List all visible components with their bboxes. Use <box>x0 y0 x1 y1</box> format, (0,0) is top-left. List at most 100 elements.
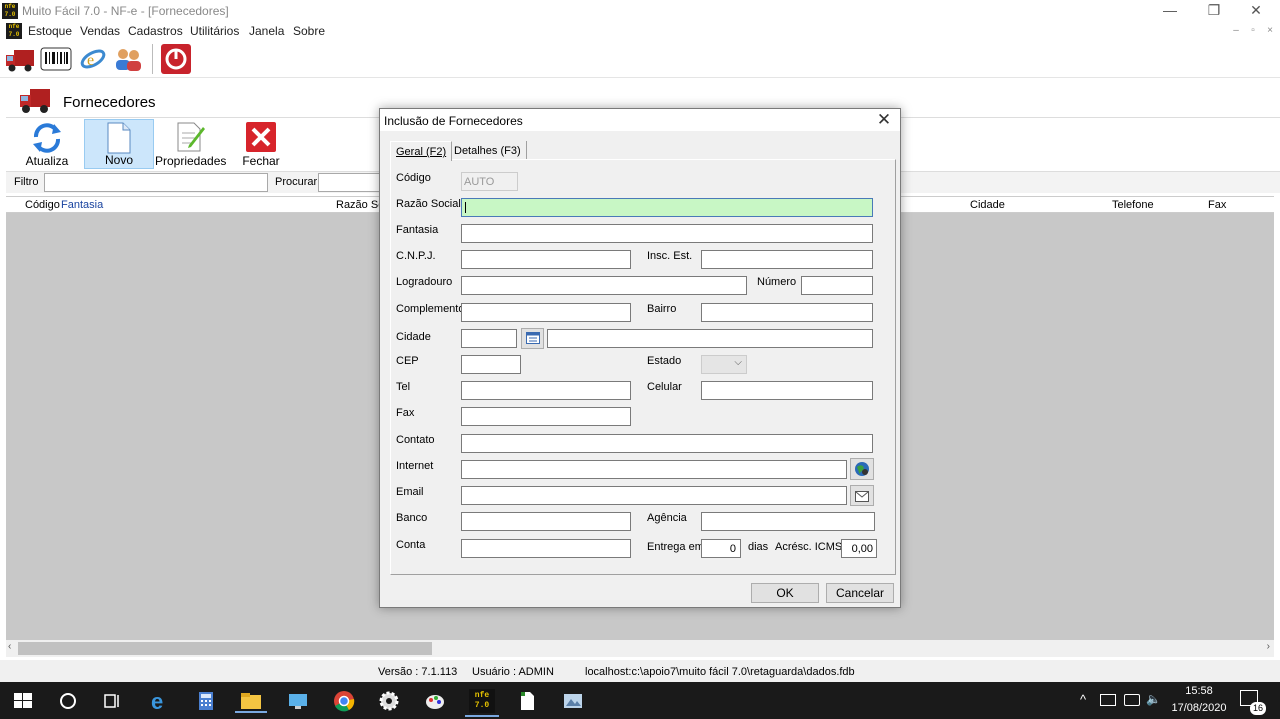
task-view-icon[interactable] <box>100 689 124 713</box>
network-icon[interactable] <box>1100 694 1116 706</box>
bairro-field[interactable] <box>701 303 873 322</box>
mdi-restore-button[interactable]: ▫ <box>1245 24 1261 38</box>
text-cursor <box>465 202 466 213</box>
close-button[interactable]: ✕ <box>1246 2 1266 20</box>
settings-gear-icon[interactable] <box>377 689 401 713</box>
power-exit-icon[interactable] <box>160 44 192 74</box>
ie-document-icon[interactable]: e <box>78 44 110 74</box>
cidade-lookup-button[interactable] <box>521 328 544 349</box>
acresc-icms-field[interactable]: 0,00 <box>841 539 877 558</box>
edge-icon[interactable]: e <box>148 689 172 714</box>
cnpj-field[interactable] <box>461 250 631 269</box>
cep-field[interactable] <box>461 355 521 374</box>
label-banco: Banco <box>396 512 428 524</box>
menu-vendas[interactable]: Vendas <box>80 24 120 38</box>
dialog-close-button[interactable]: ✕ <box>874 110 894 130</box>
notepad-icon[interactable] <box>515 689 539 713</box>
status-user: Usuário : ADMIN <box>472 666 554 678</box>
minimize-button[interactable]: — <box>1160 2 1180 20</box>
label-conta: Conta <box>396 539 426 551</box>
horizontal-scrollbar[interactable]: ‹ › <box>6 640 1274 657</box>
users-icon[interactable] <box>112 44 144 74</box>
tab-geral[interactable]: Geral (F2) <box>390 141 453 161</box>
file-explorer-icon[interactable] <box>235 689 267 713</box>
menu-cadastros[interactable]: Cadastros <box>128 24 183 38</box>
inclusao-fornecedores-dialog: Inclusão de Fornecedores ✕ Geral (F2) De… <box>379 108 901 608</box>
insc-est-field[interactable] <box>701 250 873 269</box>
email-field[interactable] <box>461 486 847 505</box>
volume-icon[interactable]: 🔈 <box>1146 692 1161 706</box>
col-cidade[interactable]: Cidade <box>970 199 1005 211</box>
propriedades-button[interactable]: Propriedades <box>155 119 227 169</box>
mdi-minimize-button[interactable]: – <box>1228 24 1244 38</box>
col-fantasia[interactable]: Fantasia <box>61 199 103 211</box>
numero-field[interactable] <box>801 276 873 295</box>
paint-palette-icon[interactable] <box>423 689 447 713</box>
estado-select[interactable]: ⌵ <box>701 355 747 374</box>
svg-text:e: e <box>151 689 163 713</box>
nfe-app-icon[interactable]: nfe 7.0 <box>469 689 495 713</box>
dialog-title-bar[interactable]: Inclusão de Fornecedores ✕ <box>380 109 900 131</box>
entrega-field[interactable]: 0 <box>701 539 741 558</box>
col-codigo[interactable]: Código <box>25 199 60 211</box>
cidade-code-field[interactable] <box>461 329 517 348</box>
mdi-child-icon[interactable]: nfe 7.0 <box>6 23 22 39</box>
open-website-button[interactable] <box>850 458 874 480</box>
fechar-button[interactable]: Fechar <box>226 119 296 169</box>
search-circle-icon[interactable] <box>56 689 80 713</box>
scroll-left-icon[interactable]: ‹ <box>8 641 11 652</box>
restore-button[interactable]: ❐ <box>1204 2 1224 20</box>
razao-social-field[interactable] <box>461 198 873 217</box>
label-cep: CEP <box>396 355 419 367</box>
remote-desktop-icon[interactable] <box>286 689 310 713</box>
menu-estoque[interactable]: Estoque <box>28 24 72 38</box>
menu-janela[interactable]: Janela <box>249 24 284 38</box>
tab-detalhes[interactable]: Detalhes (F3) <box>448 141 527 161</box>
tel-field[interactable] <box>461 381 631 400</box>
celular-field[interactable] <box>701 381 873 400</box>
send-email-button[interactable] <box>850 485 874 506</box>
fantasia-field[interactable] <box>461 224 873 243</box>
label-fax: Fax <box>396 407 415 419</box>
banco-field[interactable] <box>461 512 631 531</box>
agencia-field[interactable] <box>701 512 875 531</box>
label-celular: Celular <box>647 381 682 393</box>
calculator-icon[interactable] <box>194 689 218 713</box>
contato-field[interactable] <box>461 434 873 453</box>
propriedades-label: Propriedades <box>155 154 227 168</box>
chevron-up-icon[interactable]: ^ <box>1080 692 1086 707</box>
windows-start-icon[interactable] <box>11 689 35 713</box>
col-telefone[interactable]: Telefone <box>1112 199 1154 211</box>
cidade-name-field[interactable] <box>547 329 873 348</box>
mdi-close-button[interactable]: × <box>1262 24 1278 38</box>
fax-field[interactable] <box>461 407 631 426</box>
status-database: localhost:c:\apoio7\muito fácil 7.0\reta… <box>585 666 855 678</box>
scroll-thumb[interactable] <box>18 642 432 655</box>
cancel-button[interactable]: Cancelar <box>826 583 894 603</box>
menu-bar: nfe 7.0 Estoque Vendas Cadastros Utilitár… <box>0 22 1280 40</box>
internet-field[interactable] <box>461 460 847 479</box>
globe-icon <box>855 462 869 476</box>
novo-button[interactable]: Novo <box>84 119 154 169</box>
procurar-input[interactable] <box>318 173 388 192</box>
complemento-field[interactable] <box>461 303 631 322</box>
atualiza-button[interactable]: Atualiza <box>12 119 82 169</box>
col-razao[interactable]: Razão So <box>336 199 384 211</box>
ok-button[interactable]: OK <box>751 583 819 603</box>
menu-sobre[interactable]: Sobre <box>293 24 325 38</box>
barcode-icon[interactable] <box>40 44 72 74</box>
menu-utilitarios[interactable]: Utilitários <box>190 24 239 38</box>
clock-time[interactable]: 15:58 <box>1168 685 1230 697</box>
col-fax[interactable]: Fax <box>1208 199 1226 211</box>
logradouro-field[interactable] <box>461 276 747 295</box>
scroll-right-icon[interactable]: › <box>1267 641 1270 652</box>
clock-date[interactable]: 17/08/2020 <box>1168 702 1230 714</box>
label-bairro: Bairro <box>647 303 677 315</box>
image-viewer-icon[interactable] <box>561 689 585 713</box>
chrome-icon[interactable] <box>332 689 356 713</box>
filtro-input[interactable] <box>44 173 268 192</box>
message-icon[interactable] <box>1124 694 1140 706</box>
conta-field[interactable] <box>461 539 631 558</box>
truck-icon[interactable] <box>4 44 36 74</box>
label-internet: Internet <box>396 460 434 472</box>
